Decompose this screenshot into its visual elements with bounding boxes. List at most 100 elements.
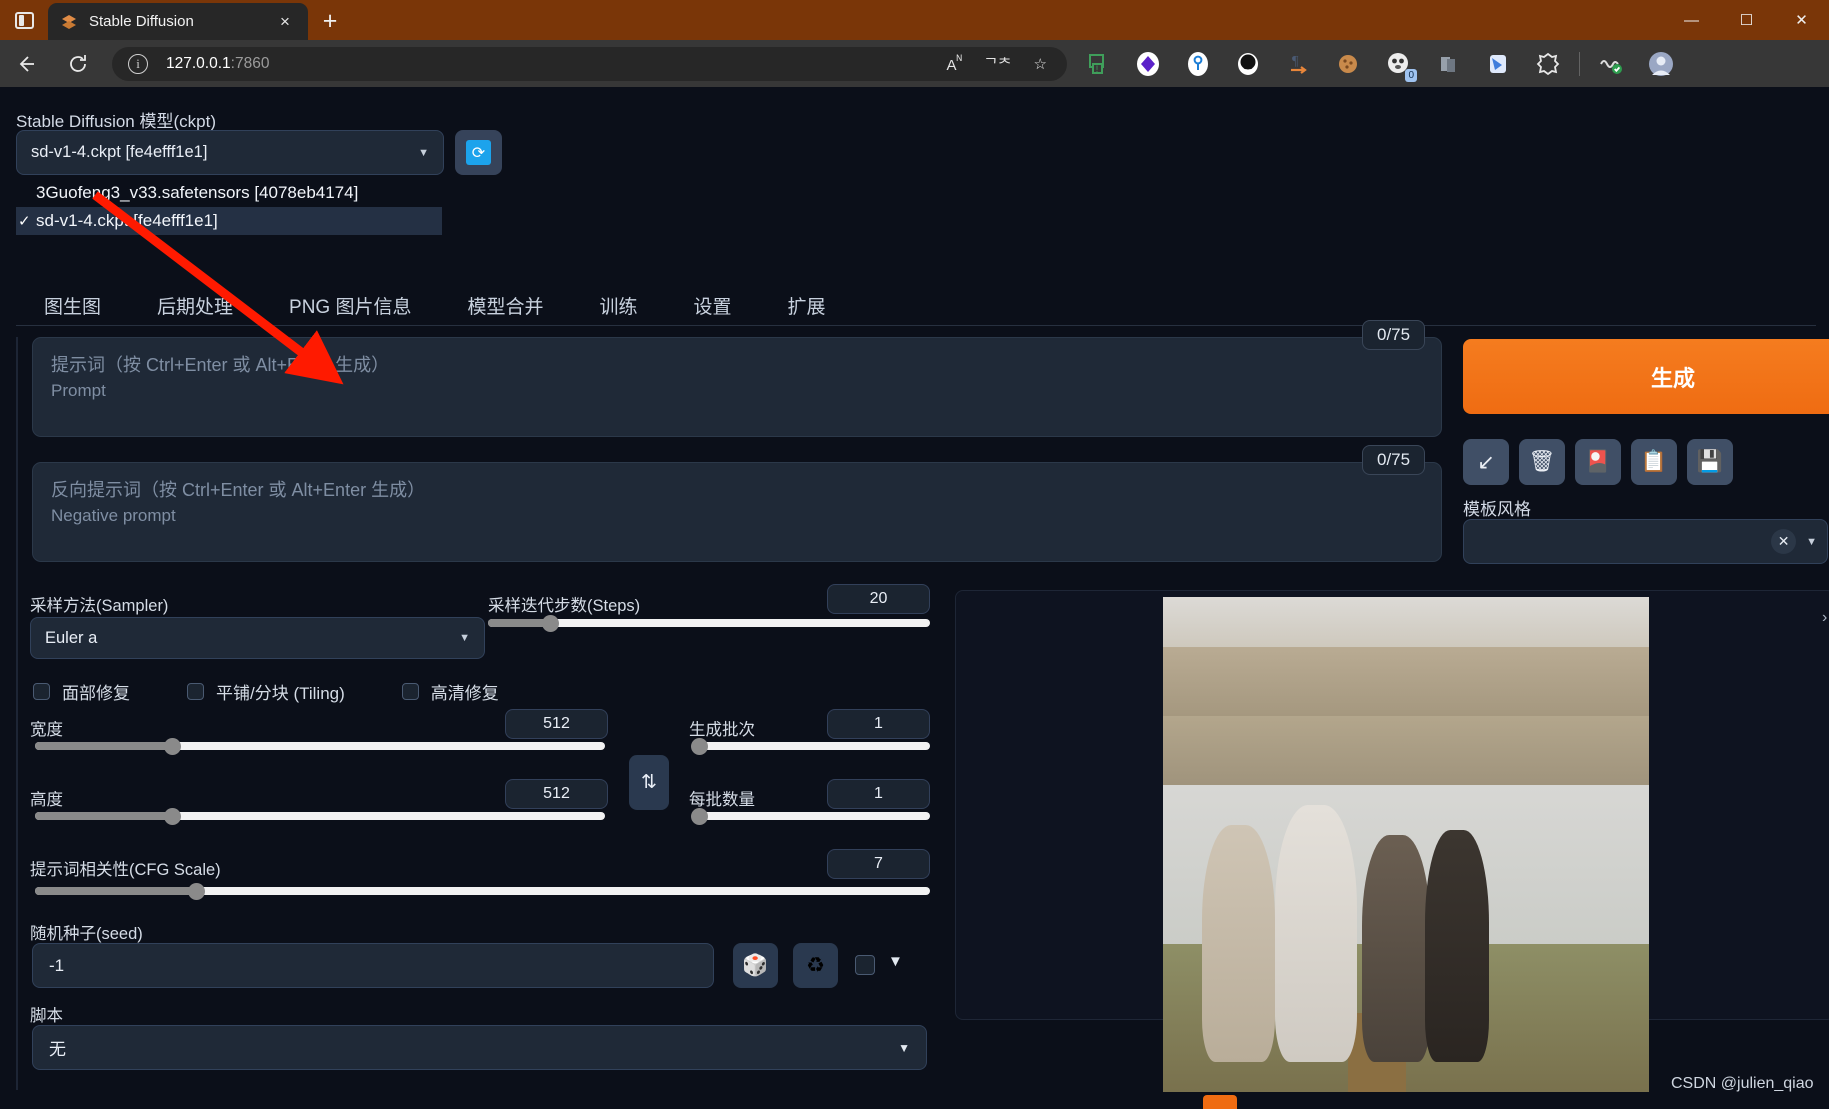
back-arrow-icon[interactable] <box>0 40 52 87</box>
extra-networks-icon[interactable]: 🎴 <box>1575 439 1621 485</box>
script-select-value: 无 <box>49 1040 66 1059</box>
profile-avatar-icon[interactable] <box>1636 40 1686 87</box>
extension-badge-count: 0 <box>1405 69 1417 82</box>
refresh-models-button[interactable]: ⟳ <box>455 130 502 175</box>
style-label: 模板风格 <box>1463 500 1531 519</box>
model-option-0[interactable]: 3Guofeng3_v33.safetensors [4078eb4174] <box>16 179 442 207</box>
sampler-label: 采样方法(Sampler) <box>30 597 169 615</box>
browser-titlebar: Stable Diffusion × + — ☐ ✕ <box>0 0 1829 40</box>
tab-extensions[interactable]: 扩展 <box>760 292 854 319</box>
browser-tab-title: Stable Diffusion <box>89 13 194 30</box>
steps-slider[interactable] <box>488 615 930 632</box>
address-bar[interactable]: i 127.0.0.1:7860 Aᴺ ᄀᄎ ☆ <box>112 46 1067 81</box>
script-select[interactable]: 无 ▼ <box>32 1025 927 1070</box>
negative-prompt-token-counter: 0/75 <box>1362 445 1426 475</box>
info-circle-icon[interactable]: i <box>128 53 148 74</box>
generated-image[interactable] <box>1163 597 1649 1092</box>
checkbox-label: 平铺/分块 (Tiling) <box>216 684 345 703</box>
prompt-input[interactable]: 提示词（按 Ctrl+Enter 或 Alt+Enter 生成） Prompt <box>32 337 1442 437</box>
checkbox-restore-faces[interactable]: 面部修复 <box>33 679 130 704</box>
height-slider[interactable] <box>35 808 605 825</box>
tab-png-info[interactable]: PNG 图片信息 <box>261 292 439 319</box>
new-tab-button[interactable]: + <box>308 3 352 40</box>
close-tab-icon[interactable]: × <box>272 9 298 35</box>
tab-extras[interactable]: 后期处理 <box>129 292 261 319</box>
negative-prompt-input[interactable]: 反向提示词（按 Ctrl+Enter 或 Alt+Enter 生成） Negat… <box>32 462 1442 562</box>
prompt-placeholder-line1: 提示词（按 Ctrl+Enter 或 Alt+Enter 生成） <box>51 355 390 375</box>
address-bar-url: 127.0.0.1:7860 <box>166 54 270 72</box>
gallery-strip-button[interactable] <box>1203 1095 1237 1109</box>
cfg-scale-slider[interactable] <box>35 883 930 900</box>
width-slider[interactable] <box>35 738 605 755</box>
steps-value[interactable]: 20 <box>827 584 930 614</box>
browser-toolbar: i 127.0.0.1:7860 Aᴺ ᄀᄎ ☆ ! ¶ 0 <box>0 40 1829 87</box>
star-favorite-icon[interactable]: ☆ <box>1034 55 1047 73</box>
batch-size-slider[interactable] <box>691 808 930 825</box>
panel-collapse-icon[interactable]: › <box>1822 609 1827 627</box>
panda-icon[interactable] <box>1223 40 1273 87</box>
checkbox-tiling[interactable]: 平铺/分块 (Tiling) <box>187 679 345 704</box>
model-select-value: sd-v1-4.ckpt [fe4efff1e1] <box>31 143 208 161</box>
cfg-scale-value[interactable]: 7 <box>827 849 930 879</box>
sidebar-toggle-icon[interactable] <box>0 0 48 40</box>
checkbox-hires-fix[interactable]: 高清修复 <box>401 679 499 704</box>
svg-text:!: ! <box>1096 64 1099 74</box>
tab-txt2img[interactable]: 图生图 <box>16 292 129 319</box>
seed-extra-checkbox[interactable] <box>855 955 875 975</box>
prompt-token-counter: 0/75 <box>1362 320 1426 350</box>
swap-dimensions-icon[interactable]: ⇅ <box>629 755 669 810</box>
keyring-icon[interactable] <box>1173 40 1223 87</box>
model-dropdown-list[interactable]: 3Guofeng3_v33.safetensors [4078eb4174] ✓… <box>16 179 442 235</box>
seed-extra-chevron-icon[interactable]: ▼ <box>888 953 903 970</box>
checkbox-box[interactable] <box>401 683 419 700</box>
window-maximize-button[interactable]: ☐ <box>1719 0 1774 40</box>
window-minimize-button[interactable]: — <box>1664 0 1719 40</box>
checkbox-box[interactable] <box>187 683 204 700</box>
pilcrow-arrow-icon[interactable]: ¶ <box>1273 40 1323 87</box>
blue-bird-icon[interactable] <box>1473 40 1523 87</box>
webui-page: Stable Diffusion 模型(ckpt) sd-v1-4.ckpt [… <box>0 87 1829 1109</box>
browser-tab-stable-diffusion[interactable]: Stable Diffusion × <box>48 3 308 40</box>
heartbeat-check-icon[interactable] <box>1586 40 1636 87</box>
close-icon[interactable]: ✕ <box>1771 529 1797 554</box>
model-select[interactable]: sd-v1-4.ckpt [fe4efff1e1] ▼ <box>16 130 444 175</box>
read-aloud-icon[interactable]: Aᴺ <box>947 53 962 74</box>
chevron-down-icon: ▼ <box>418 146 429 159</box>
height-value[interactable]: 512 <box>505 779 608 809</box>
stable-diffusion-logo-icon <box>58 11 80 33</box>
chevron-down-icon[interactable]: ▼ <box>1806 536 1817 548</box>
width-value[interactable]: 512 <box>505 709 608 739</box>
save-style-floppy-icon[interactable]: 💾 <box>1687 439 1733 485</box>
checkbox-box[interactable] <box>33 683 50 700</box>
tab-settings[interactable]: 设置 <box>666 292 760 319</box>
tab-train[interactable]: 训练 <box>572 292 666 319</box>
prompt-action-buttons: ↙ 🗑 🎴 📋 💾 <box>1463 439 1733 485</box>
translate-icon[interactable]: ᄀᄎ <box>984 53 1012 74</box>
cookie-icon[interactable] <box>1323 40 1373 87</box>
batch-size-value[interactable]: 1 <box>827 779 930 809</box>
style-select[interactable]: ✕ ▼ <box>1463 519 1828 564</box>
refresh-icon: ⟳ <box>466 140 491 165</box>
batch-count-slider[interactable] <box>691 738 930 755</box>
sampler-select[interactable]: Euler a ▼ <box>30 617 485 659</box>
window-controls: — ☐ ✕ <box>1664 0 1829 40</box>
clear-prompt-trash-icon[interactable]: 🗑 <box>1519 439 1565 485</box>
panda-counter-icon[interactable]: 0 <box>1373 40 1423 87</box>
random-seed-dice-icon[interactable]: 🎲 <box>733 943 778 988</box>
sampler-select-value: Euler a <box>45 628 98 647</box>
reuse-seed-recycle-icon[interactable]: ♻ <box>793 943 838 988</box>
tab-checkpoint-merger[interactable]: 模型合并 <box>439 292 571 319</box>
window-close-button[interactable]: ✕ <box>1774 0 1829 40</box>
read-generation-params-icon[interactable]: ↙ <box>1463 439 1509 485</box>
generate-button[interactable]: 生成 <box>1463 339 1829 414</box>
purple-diamond-icon[interactable] <box>1123 40 1173 87</box>
batch-count-value[interactable]: 1 <box>827 709 930 739</box>
seed-input[interactable]: -1 <box>32 943 714 988</box>
screen-capture-icon[interactable]: ! <box>1073 40 1123 87</box>
model-option-1[interactable]: ✓ sd-v1-4.ckpt [fe4efff1e1] <box>16 207 442 235</box>
chevron-down-icon: ▼ <box>459 632 470 644</box>
puzzle-extension-icon[interactable] <box>1523 40 1573 87</box>
copy-docs-icon[interactable] <box>1423 40 1473 87</box>
reload-icon[interactable] <box>52 40 104 87</box>
apply-style-clipboard-icon[interactable]: 📋 <box>1631 439 1677 485</box>
